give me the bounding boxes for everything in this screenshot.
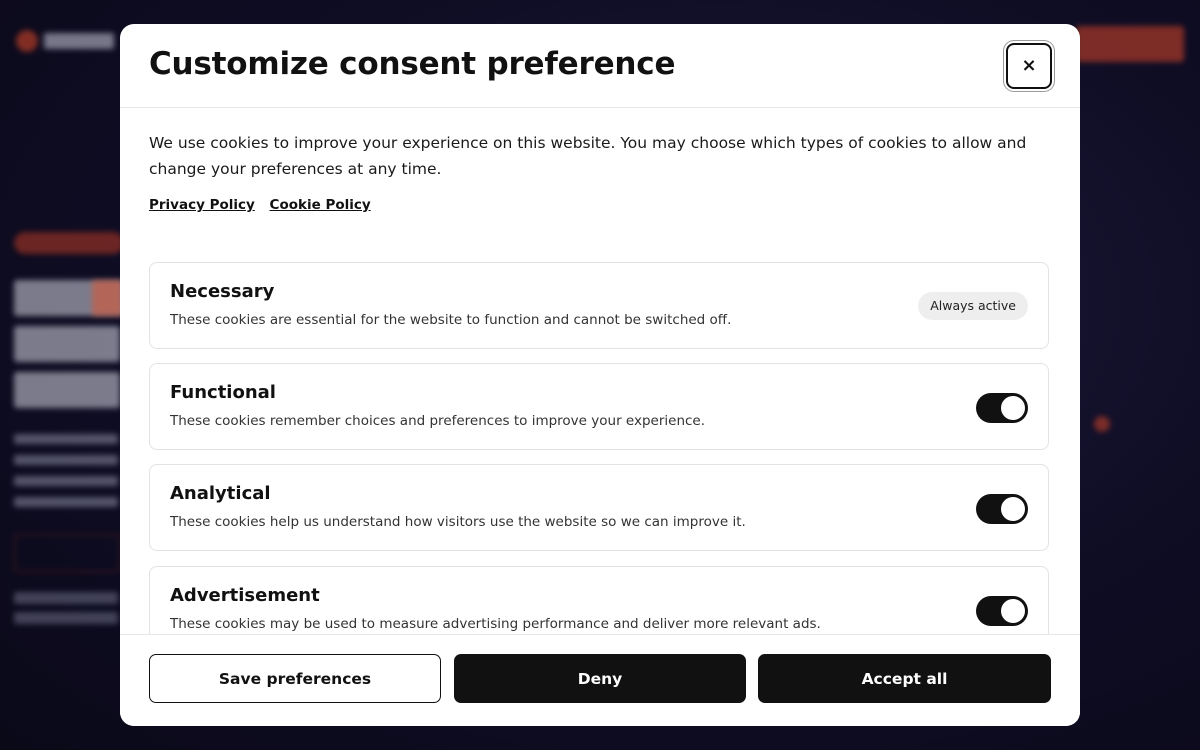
cookie-policy-link[interactable]: Cookie Policy	[270, 197, 371, 213]
background-list-item	[14, 592, 118, 604]
background-list-item	[14, 612, 118, 624]
category-title: Functional	[170, 382, 276, 403]
consent-modal: Customize consent preference × We use co…	[120, 24, 1080, 726]
close-icon: ×	[1021, 55, 1037, 76]
category-description: These cookies may be used to measure adv…	[170, 616, 821, 632]
modal-footer: Save preferences Deny Accept all	[120, 634, 1080, 726]
background-heading-line	[14, 326, 120, 362]
close-button[interactable]: ×	[1006, 43, 1052, 89]
category-card-analytical: Analytical These cookies help us underst…	[149, 464, 1049, 551]
always-active-badge: Always active	[918, 292, 1028, 320]
analytical-toggle[interactable]	[976, 494, 1028, 524]
background-pill	[14, 232, 124, 254]
accept-all-button[interactable]: Accept all	[758, 654, 1051, 703]
category-description: These cookies are essential for the webs…	[170, 312, 732, 328]
save-preferences-button[interactable]: Save preferences	[149, 654, 441, 703]
privacy-policy-link[interactable]: Privacy Policy	[149, 197, 255, 213]
background-text-line	[14, 455, 118, 465]
modal-header: Customize consent preference ×	[120, 24, 1080, 108]
background-cta-button	[1076, 26, 1184, 62]
intro-text: We use cookies to improve your experienc…	[149, 134, 1027, 178]
modal-title: Customize consent preference	[149, 46, 676, 82]
background-button	[14, 534, 120, 572]
toggle-knob	[1001, 497, 1025, 521]
policy-links: Privacy Policy Cookie Policy	[149, 197, 381, 213]
category-description: These cookies remember choices and prefe…	[170, 413, 706, 429]
background-heading-line	[14, 372, 120, 408]
background-text-line	[14, 434, 118, 444]
background-heading-accent	[92, 280, 122, 316]
category-title: Advertisement	[170, 585, 320, 606]
category-description: These cookies help us understand how vis…	[170, 514, 746, 530]
background-text-line	[14, 476, 118, 486]
background-text-line	[14, 497, 118, 507]
toggle-knob	[1001, 599, 1025, 623]
background-dot	[1094, 416, 1110, 432]
category-card-necessary: Necessary These cookies are essential fo…	[149, 262, 1049, 349]
category-card-functional: Functional These cookies remember choice…	[149, 363, 1049, 450]
functional-toggle[interactable]	[976, 393, 1028, 423]
category-title: Necessary	[170, 281, 275, 302]
modal-body[interactable]: We use cookies to improve your experienc…	[120, 108, 1080, 634]
advertisement-toggle[interactable]	[976, 596, 1028, 626]
category-title: Analytical	[170, 483, 271, 504]
deny-button[interactable]: Deny	[454, 654, 746, 703]
toggle-knob	[1001, 396, 1025, 420]
background-logo	[16, 30, 126, 60]
category-card-advertisement: Advertisement These cookies may be used …	[149, 566, 1049, 634]
